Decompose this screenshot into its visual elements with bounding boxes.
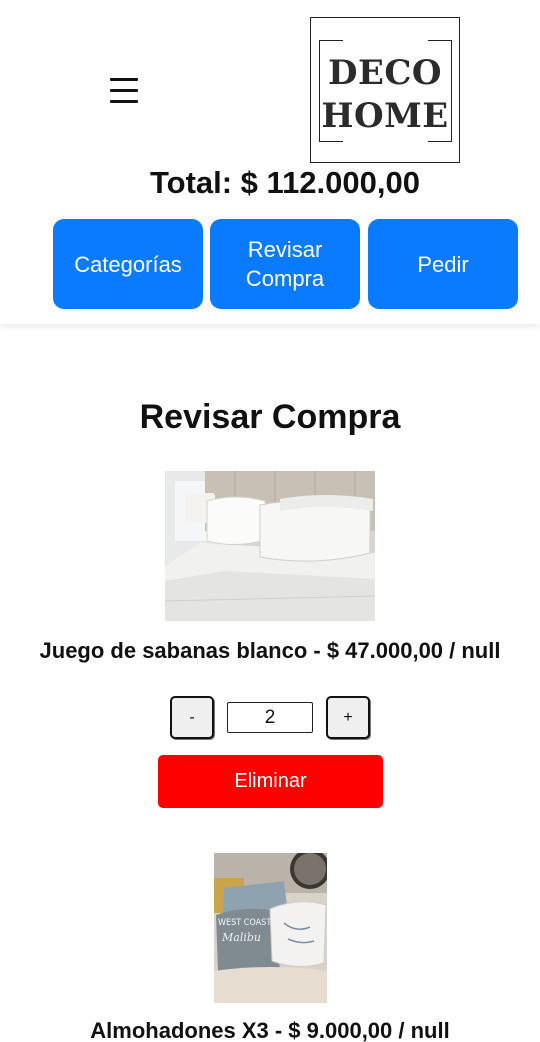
- categories-button[interactable]: Categorías: [53, 219, 203, 309]
- deco-home-logo[interactable]: DECO HOME: [310, 17, 460, 163]
- svg-text:WEST COAST: WEST COAST: [218, 918, 271, 928]
- svg-text:Malibu: Malibu: [221, 931, 261, 944]
- delete-item-button[interactable]: Eliminar: [158, 755, 383, 808]
- hamburger-menu-icon[interactable]: [104, 70, 146, 110]
- logo-text: DECO HOME: [321, 53, 449, 136]
- decrease-quantity-button[interactable]: -: [170, 696, 214, 739]
- product-image-sheets: [165, 471, 375, 621]
- top-header: DECO HOME Total: $ 112.000,00 Categorías …: [0, 0, 540, 324]
- product-name-price: Almohadones X3 - $ 9.000,00 / null: [90, 1018, 450, 1042]
- page-title: Revisar Compra: [139, 398, 401, 436]
- order-button[interactable]: Pedir: [368, 219, 518, 309]
- quantity-input[interactable]: [227, 702, 313, 733]
- cart-total: Total: $ 112.000,00: [150, 165, 420, 200]
- product-image-cushions: WEST COAST Malibu: [214, 853, 327, 1003]
- increase-quantity-button[interactable]: +: [326, 696, 370, 739]
- review-purchase-button[interactable]: Revisar Compra: [210, 219, 360, 309]
- product-name-price: Juego de sabanas blanco - $ 47.000,00 / …: [39, 638, 501, 663]
